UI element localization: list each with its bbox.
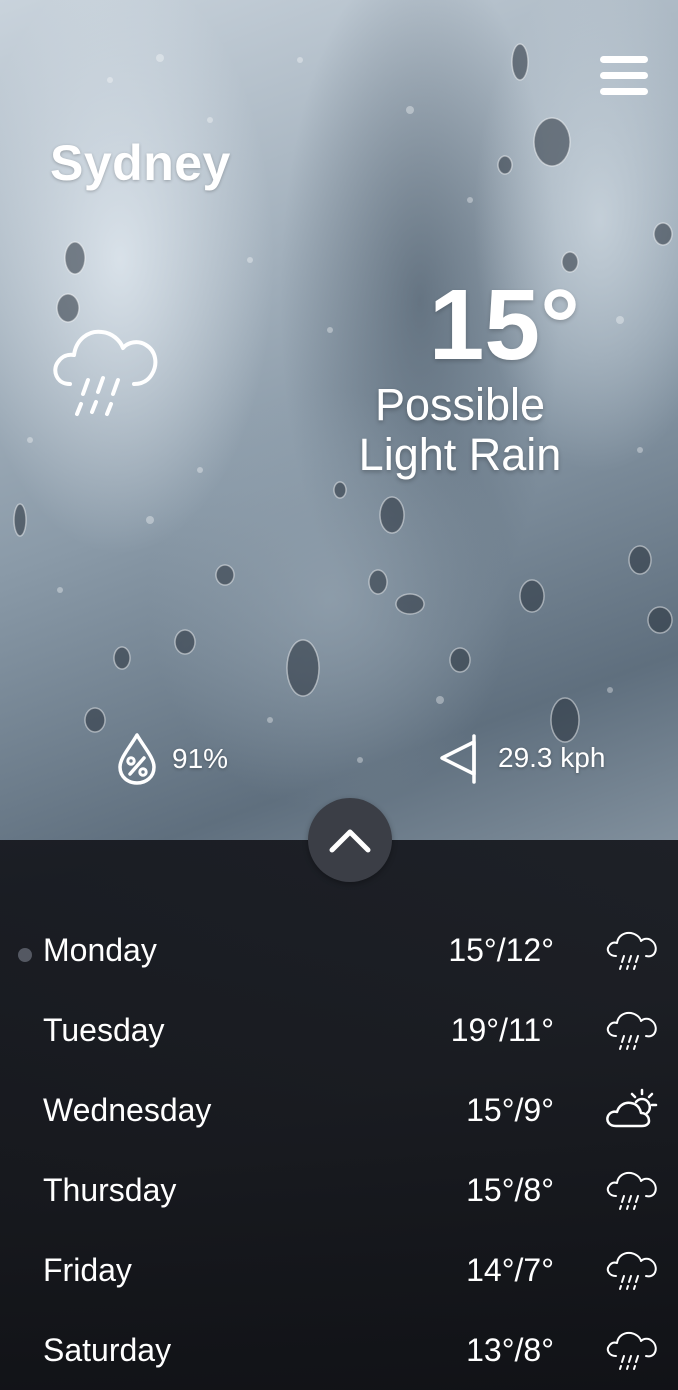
selected-indicator [18, 948, 32, 962]
forecast-row-tuesday[interactable]: Tuesday 19°/11° [0, 992, 678, 1072]
chevron-up-icon [329, 829, 371, 853]
forecast-day: Saturday [43, 1332, 172, 1368]
weather-app: Sydney 15° Possible Light Rain 91% 29.3 … [0, 0, 678, 1390]
cloud-rain-icon [53, 329, 158, 416]
forecast-row-friday[interactable]: Friday 14°/7° [0, 1232, 678, 1312]
forecast-temp-range: 15°/12° [448, 932, 554, 968]
condition-line-1: Possible [374, 379, 546, 430]
forecast-row-thursday[interactable]: Thursday 15°/8° [0, 1152, 678, 1232]
forecast-temp-range: 14°/7° [466, 1252, 554, 1288]
menu-line [600, 72, 648, 79]
forecast-day: Thursday [43, 1172, 177, 1208]
rain-icon [606, 1171, 657, 1210]
menu-line [600, 88, 648, 95]
partly-cloudy-icon [606, 1088, 658, 1128]
current-condition: Possible Light Rain [310, 380, 610, 480]
forecast-day: Monday [43, 932, 157, 968]
forecast-row-wednesday[interactable]: Wednesday 15°/9° [0, 1072, 678, 1152]
rain-icon [606, 1331, 657, 1370]
forecast-day: Tuesday [43, 1012, 165, 1048]
forecast-temp-range: 19°/11° [450, 1012, 554, 1048]
forecast-list: Monday 15°/12° Tuesday 19°/11° Wednesday… [0, 912, 678, 1390]
hamburger-menu-icon [600, 56, 648, 63]
wind-stat: 29.3 kph [438, 732, 605, 784]
humidity-stat: 91% [116, 732, 228, 786]
forecast-row-saturday[interactable]: Saturday 13°/8° [0, 1312, 678, 1390]
condition-line-2: Light Rain [358, 429, 562, 480]
forecast-day: Friday [43, 1252, 132, 1288]
forecast-day: Wednesday [43, 1092, 212, 1128]
rain-icon [606, 1251, 657, 1290]
forecast-temp-range: 13°/8° [466, 1332, 554, 1368]
wind-value: 29.3 kph [498, 742, 606, 773]
city-name: Sydney [50, 135, 231, 191]
wind-direction-icon [440, 734, 476, 784]
forecast-temp-range: 15°/9° [466, 1092, 554, 1128]
forecast-row-monday[interactable]: Monday 15°/12° [0, 912, 678, 992]
expand-button[interactable] [308, 798, 392, 882]
humidity-value: 91% [172, 743, 229, 774]
rain-icon [606, 1011, 657, 1050]
forecast-temp-range: 15°/8° [466, 1172, 554, 1208]
current-temperature: 15° [428, 269, 580, 381]
humidity-drop-icon [118, 733, 156, 785]
menu-button[interactable] [600, 54, 648, 98]
rain-icon [606, 931, 657, 970]
